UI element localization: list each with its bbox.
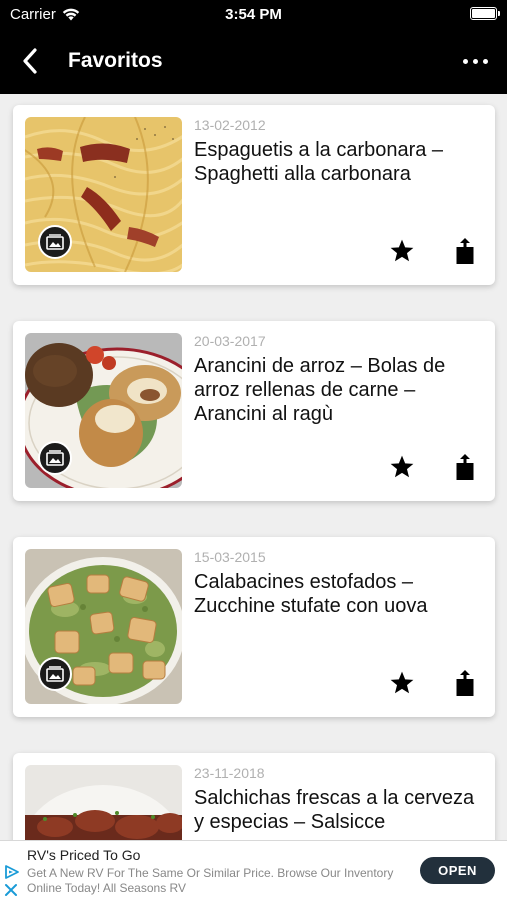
ad-body[interactable]: Get A New RV For The Same Or Similar Pri… bbox=[27, 866, 397, 896]
dot-icon bbox=[462, 58, 468, 64]
back-button[interactable] bbox=[0, 28, 60, 94]
recipe-title[interactable]: Salchichas frescas a la cerveza y especi… bbox=[194, 786, 484, 834]
recipe-thumbnail[interactable] bbox=[25, 765, 182, 840]
recipe-date: 15-03-2015 bbox=[194, 549, 266, 565]
ad-open-button[interactable]: OPEN bbox=[420, 857, 495, 884]
recipe-date: 20-03-2017 bbox=[194, 333, 266, 349]
share-icon[interactable] bbox=[454, 237, 476, 265]
status-bar: Carrier 3:54 PM bbox=[0, 0, 507, 28]
favorite-star-icon[interactable] bbox=[389, 670, 415, 696]
favorite-star-icon[interactable] bbox=[389, 238, 415, 264]
gallery-icon bbox=[46, 234, 64, 250]
favorite-star-icon[interactable] bbox=[389, 454, 415, 480]
gallery-badge bbox=[38, 225, 72, 259]
wifi-icon bbox=[62, 8, 80, 20]
navigation-bar: Favoritos bbox=[0, 28, 507, 94]
carrier-info: Carrier bbox=[10, 6, 80, 23]
gallery-icon bbox=[46, 450, 64, 466]
more-options-button[interactable] bbox=[453, 46, 497, 76]
share-icon[interactable] bbox=[454, 669, 476, 697]
recipe-card[interactable]: 23-11-2018 Salchichas frescas a la cerve… bbox=[13, 753, 495, 840]
ad-banner[interactable]: RV's Priced To Go Get A New RV For The S… bbox=[0, 840, 507, 900]
favorites-list[interactable]: 13-02-2012 Espaguetis a la carbonara – S… bbox=[0, 94, 507, 840]
recipe-date: 13-02-2012 bbox=[194, 117, 266, 133]
recipe-date: 23-11-2018 bbox=[194, 765, 265, 781]
gallery-icon bbox=[46, 666, 64, 682]
page-title: Favoritos bbox=[68, 49, 163, 72]
recipe-title[interactable]: Arancini de arroz – Bolas de arroz relle… bbox=[194, 354, 484, 426]
share-icon[interactable] bbox=[454, 453, 476, 481]
carrier-label: Carrier bbox=[10, 5, 56, 23]
recipe-thumbnail[interactable] bbox=[25, 117, 182, 272]
recipe-card[interactable]: 20-03-2017 Arancini de arroz – Bolas de … bbox=[13, 321, 495, 501]
close-icon[interactable] bbox=[4, 883, 18, 897]
dot-icon bbox=[472, 58, 478, 64]
battery-icon bbox=[470, 7, 500, 20]
recipe-card[interactable]: 13-02-2012 Espaguetis a la carbonara – S… bbox=[13, 105, 495, 285]
recipe-title[interactable]: Espaguetis a la carbonara – Spaghetti al… bbox=[194, 138, 484, 186]
recipe-thumbnail[interactable] bbox=[25, 549, 182, 704]
ad-headline[interactable]: RV's Priced To Go bbox=[27, 847, 140, 863]
adchoices-icon[interactable] bbox=[4, 865, 20, 879]
gallery-badge bbox=[38, 657, 72, 691]
chevron-left-icon bbox=[23, 48, 37, 74]
recipe-card[interactable]: 15-03-2015 Calabacines estofados – Zucch… bbox=[13, 537, 495, 717]
recipe-thumbnail[interactable] bbox=[25, 333, 182, 488]
recipe-title[interactable]: Calabacines estofados – Zucchine stufate… bbox=[194, 570, 484, 618]
gallery-badge bbox=[38, 441, 72, 475]
dot-icon bbox=[482, 58, 488, 64]
